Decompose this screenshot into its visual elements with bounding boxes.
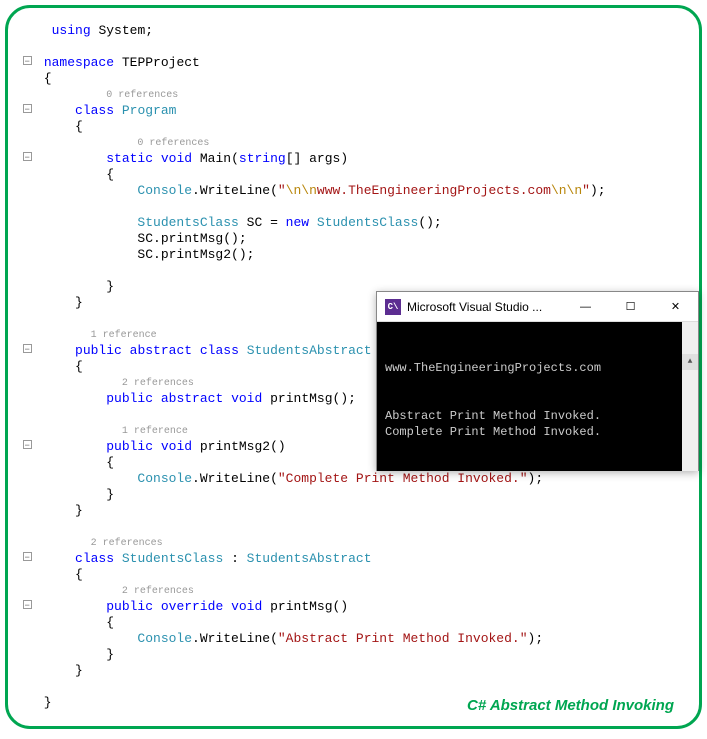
keyword-using: using: [52, 23, 91, 38]
codelens-ref[interactable]: 1 reference: [91, 330, 157, 341]
caption-label: C# Abstract Method Invoking: [467, 697, 674, 714]
fold-icon[interactable]: [23, 600, 32, 609]
minimize-button[interactable]: —: [563, 292, 608, 322]
fold-icon[interactable]: [23, 440, 32, 449]
fold-icon[interactable]: [23, 152, 32, 161]
codelens-ref[interactable]: 0 references: [106, 90, 178, 101]
window-title: Microsoft Visual Studio ...: [407, 300, 563, 314]
scroll-up-icon[interactable]: ▲: [682, 354, 698, 370]
fold-icon[interactable]: [23, 56, 32, 65]
maximize-button[interactable]: ☐: [608, 292, 653, 322]
fold-icon[interactable]: [23, 344, 32, 353]
titlebar[interactable]: C\ Microsoft Visual Studio ... — ☐ ✕: [377, 292, 698, 322]
code-frame: using System; namespace TEPProject { 0 r…: [5, 5, 702, 729]
console-window: C\ Microsoft Visual Studio ... — ☐ ✕ www…: [376, 291, 699, 471]
console-output: www.TheEngineeringProjects.com Abstract …: [377, 322, 698, 471]
fold-icon[interactable]: [23, 552, 32, 561]
close-button[interactable]: ✕: [653, 292, 698, 322]
vs-icon: C\: [385, 299, 401, 315]
fold-icon[interactable]: [23, 104, 32, 113]
codelens-ref[interactable]: 1 reference: [122, 426, 188, 437]
codelens-ref[interactable]: 2 references: [91, 538, 163, 549]
scrollbar[interactable]: ▲: [682, 322, 698, 471]
codelens-ref[interactable]: 2 references: [122, 586, 194, 597]
codelens-ref[interactable]: 2 references: [122, 378, 194, 389]
codelens-ref[interactable]: 0 references: [137, 138, 209, 149]
